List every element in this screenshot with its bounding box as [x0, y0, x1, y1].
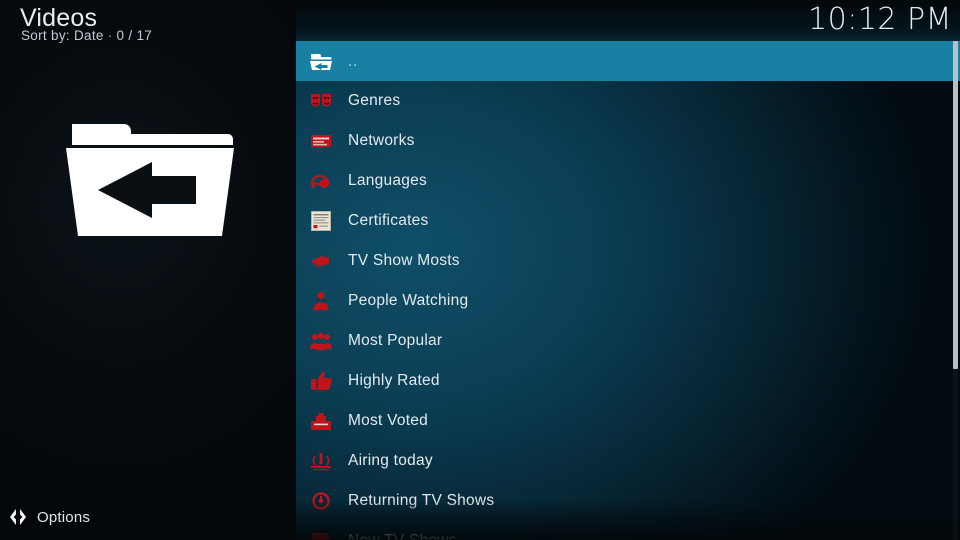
left-right-chevrons-icon [7, 506, 29, 528]
list-item[interactable]: People Watching [296, 281, 960, 321]
scrollbar-thumb[interactable] [953, 41, 958, 369]
list-item-label: Certificates [348, 212, 429, 229]
list-item[interactable]: Highly Rated [296, 361, 960, 401]
list-item[interactable]: Most Popular [296, 321, 960, 361]
list-item[interactable]: Most Voted [296, 401, 960, 441]
list-item[interactable]: Returning TV Shows [296, 481, 960, 521]
left-info-panel: Videos Sort by: Date · 0 / 17 Options [0, 0, 296, 540]
broadcast-icon [308, 448, 334, 474]
sort-info: Sort by: Date · 0 / 17 [21, 28, 152, 44]
speech-bubble-icon [308, 168, 334, 194]
content-panel: 10:12 PM .. Genres Networks Languages Certif… [296, 0, 960, 540]
list-item[interactable]: Airing today [296, 441, 960, 481]
list-item[interactable]: Languages [296, 161, 960, 201]
certificate-doc-icon [308, 208, 334, 234]
new-badge-icon [308, 528, 334, 540]
list-item-label: New TV Shows [348, 532, 457, 540]
list-item-label: Genres [348, 92, 401, 109]
list-item[interactable]: TV Show Mosts [296, 241, 960, 281]
list-item[interactable]: Networks [296, 121, 960, 161]
list-item[interactable]: Certificates [296, 201, 960, 241]
list-item-label: Most Voted [348, 412, 429, 429]
list-item-label: People Watching [348, 292, 469, 309]
list-item[interactable]: Genres [296, 81, 960, 121]
list-item-label: Returning TV Shows [348, 492, 495, 509]
people-icon [308, 288, 334, 314]
list-item-label: Highly Rated [348, 372, 440, 389]
sort-label: Sort by: Date [21, 28, 104, 43]
list-item-label: .. [348, 52, 359, 70]
options-button[interactable]: Options [0, 502, 296, 532]
parent-folder-icon [60, 108, 240, 242]
options-label: Options [37, 508, 91, 526]
item-counter: 0 / 17 [116, 28, 153, 43]
list-item-label: Most Popular [348, 332, 443, 349]
kodi-screen: Videos Sort by: Date · 0 / 17 Options 10… [0, 0, 960, 540]
list-item[interactable]: New TV Shows [296, 521, 960, 540]
list-item-label: TV Show Mosts [348, 252, 460, 269]
megaphone-icon [308, 248, 334, 274]
list-item-label: Airing today [348, 452, 433, 469]
refresh-circle-icon [308, 488, 334, 514]
list-item[interactable]: .. [296, 41, 960, 81]
network-sign-icon [308, 128, 334, 154]
clock: 10:12 PM [808, 2, 952, 37]
separator-dot: · [107, 28, 113, 43]
crowd-icon [308, 328, 334, 354]
list-item-label: Networks [348, 132, 415, 149]
theater-masks-icon [308, 88, 334, 114]
video-source-list[interactable]: .. Genres Networks Languages Certificates TV … [296, 41, 960, 540]
list-item-label: Languages [348, 172, 427, 189]
ballot-box-icon [308, 408, 334, 434]
thumbs-up-icon [308, 368, 334, 394]
parent-folder-icon [308, 48, 334, 74]
